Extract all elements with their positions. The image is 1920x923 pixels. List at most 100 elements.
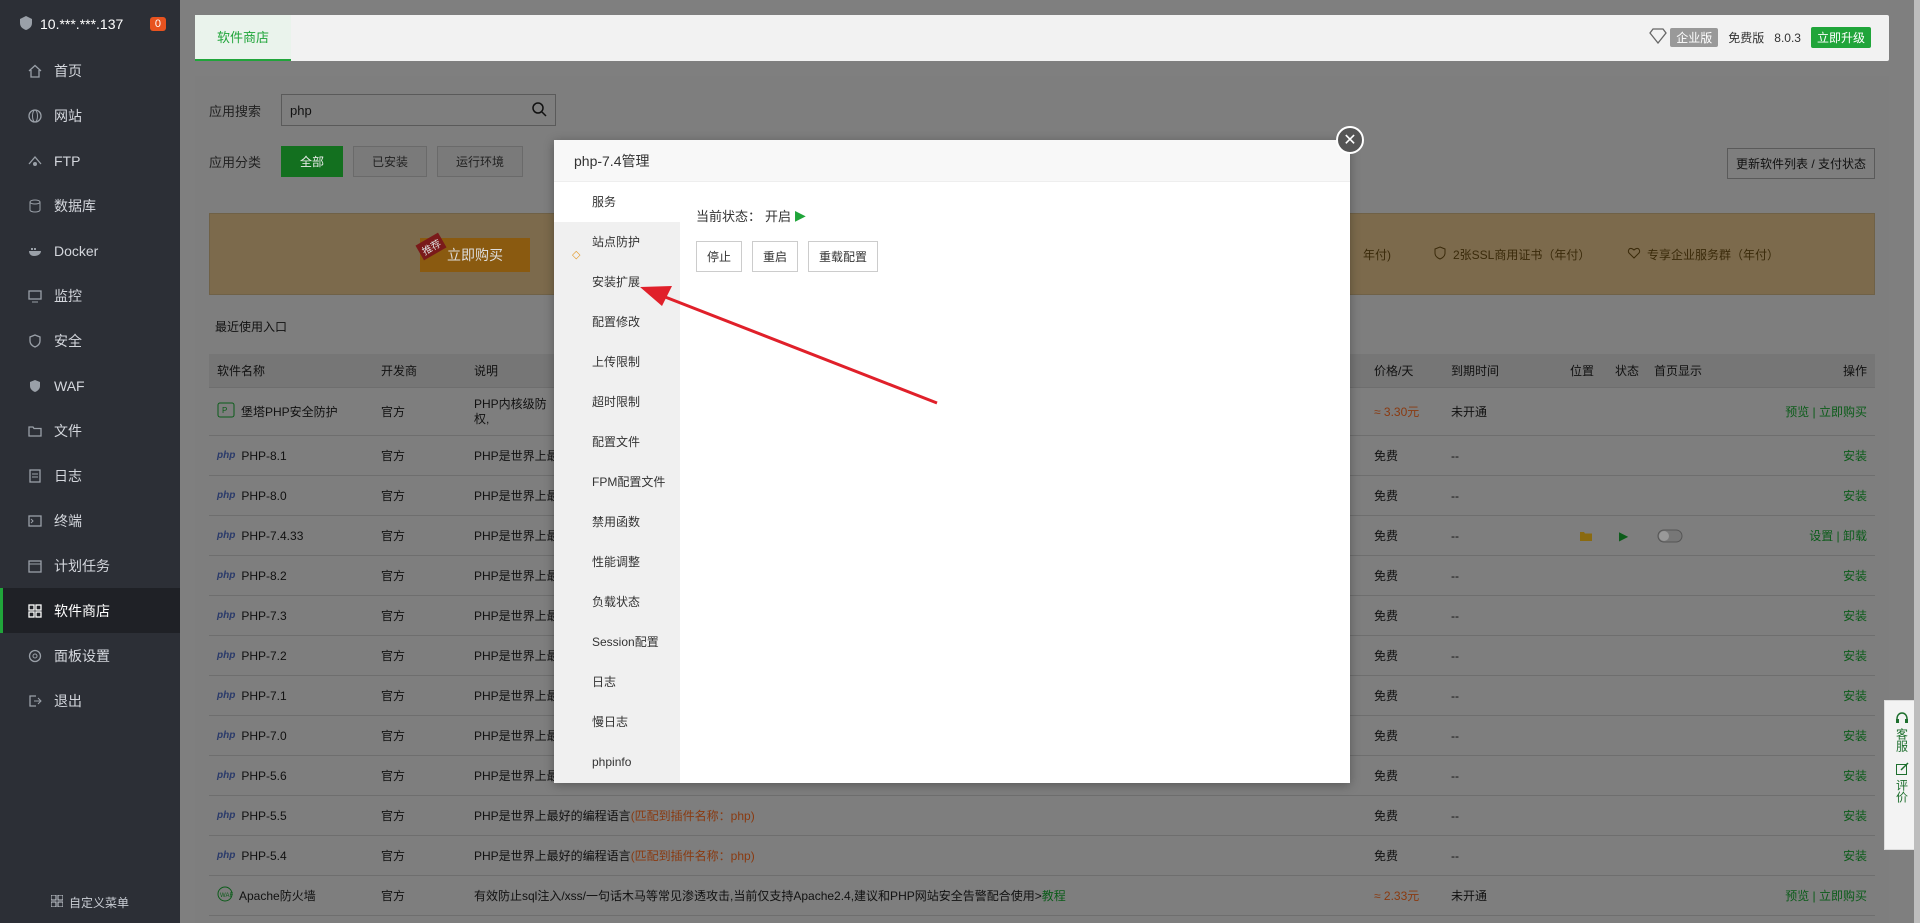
dialog-nav-item[interactable]: 负载状态	[554, 582, 680, 622]
dialog-nav-item[interactable]: 上传限制	[554, 342, 680, 382]
row-action[interactable]: 预览 | 立即购买	[1785, 403, 1867, 420]
sidebar-item-label: WAF	[54, 377, 85, 394]
php-logo-icon: php	[217, 810, 236, 821]
search-input[interactable]: php	[281, 94, 557, 126]
open-folder-icon[interactable]	[1579, 530, 1593, 542]
sidebar-item-label: 日志	[54, 467, 82, 484]
sidebar-item-8[interactable]: 文件	[0, 408, 180, 453]
row-action[interactable]: 安装	[1843, 447, 1867, 464]
rate-button[interactable]: 评价	[1894, 762, 1911, 803]
software-name: php PHP-8.0	[217, 488, 287, 503]
recommend-tag: 推荐	[415, 232, 447, 261]
dialog-nav-item[interactable]: 慢日志	[554, 702, 680, 742]
buy-now-label: 立即购买	[447, 247, 503, 263]
row-action[interactable]: 安装	[1843, 567, 1867, 584]
category-runtime[interactable]: 运行环境	[437, 146, 524, 177]
tutorial-link[interactable]: 教程	[1042, 887, 1066, 904]
sidebar-item-14[interactable]: 退出	[0, 678, 180, 723]
dialog-nav-item[interactable]: 配置修改	[554, 302, 680, 342]
sidebar-item-6[interactable]: 安全	[0, 318, 180, 363]
grid-icon	[26, 602, 44, 620]
sidebar-item-12[interactable]: 软件商店	[0, 588, 180, 633]
gear-icon	[26, 647, 44, 665]
sidebar-item-11[interactable]: 计划任务	[0, 543, 180, 588]
monitor-icon	[26, 287, 44, 305]
row-action[interactable]: 安装	[1843, 807, 1867, 824]
developer: 官方	[381, 449, 406, 463]
server-ip: 10.***.***.137	[40, 16, 124, 32]
headset-icon	[1895, 711, 1909, 728]
perk-1: 年付)	[1363, 248, 1391, 262]
software-name: php PHP-7.0	[217, 728, 287, 743]
page-scrollbar[interactable]	[1914, 0, 1920, 923]
dialog-nav-item[interactable]: 性能调整	[554, 542, 680, 582]
reload-config-button[interactable]: 重载配置	[808, 241, 879, 272]
description: PHP是世界上最	[474, 569, 559, 583]
search-icon[interactable]	[531, 101, 547, 120]
stop-button[interactable]: 停止	[696, 241, 743, 272]
developer: 官方	[381, 729, 406, 743]
dialog-nav-item[interactable]: 配置文件	[554, 422, 680, 462]
row-action[interactable]: 安装	[1843, 767, 1867, 784]
category-installed[interactable]: 已安装	[353, 146, 428, 177]
row-action[interactable]: 安装	[1843, 647, 1867, 664]
price: 免费	[1374, 609, 1399, 623]
restart-button[interactable]: 重启	[752, 241, 799, 272]
row-action[interactable]: 设置 | 卸载	[1809, 527, 1867, 544]
enterprise-badge[interactable]: 企业版	[1649, 28, 1719, 47]
sidebar-item-10[interactable]: 终端	[0, 498, 180, 543]
sidebar-item-4[interactable]: Docker	[0, 228, 180, 273]
sidebar-item-7[interactable]: WAF	[0, 363, 180, 408]
sidebar-item-3[interactable]: 数据库	[0, 183, 180, 228]
dialog-nav-item[interactable]: 超时限制	[554, 382, 680, 422]
price: 免费	[1374, 809, 1399, 823]
search-value: php	[290, 102, 312, 118]
sidebar-item-13[interactable]: 面板设置	[0, 633, 180, 678]
row-action[interactable]: 安装	[1843, 607, 1867, 624]
row-action[interactable]: 安装	[1843, 687, 1867, 704]
close-icon[interactable]: ✕	[1336, 126, 1364, 154]
sidebar-item-0[interactable]: 首页	[0, 48, 180, 93]
description: PHP是世界上最	[474, 729, 559, 743]
software-name: php PHP-7.2	[217, 648, 287, 663]
dialog-nav-item[interactable]: Session配置	[554, 622, 680, 662]
developer: 官方	[381, 849, 406, 863]
dialog-nav-item[interactable]: 服务	[554, 182, 680, 222]
globe-icon	[26, 107, 44, 125]
row-action[interactable]: 预览 | 立即购买	[1785, 887, 1867, 904]
sidebar-item-1[interactable]: 网站	[0, 93, 180, 138]
sidebar-item-label: 安全	[54, 332, 82, 349]
home-display-toggle[interactable]	[1657, 529, 1683, 543]
header-op: 操作	[1842, 364, 1867, 378]
row-action[interactable]: 安装	[1843, 847, 1867, 864]
dialog-nav-item[interactable]: 禁用函数	[554, 502, 680, 542]
upgrade-button[interactable]: 立即升级	[1810, 27, 1871, 48]
row-action[interactable]: 安装	[1843, 727, 1867, 744]
sidebar-item-5[interactable]: 监控	[0, 273, 180, 318]
sidebar-item-2[interactable]: FTP	[0, 138, 180, 183]
buy-now-button[interactable]: 推荐 立即购买	[415, 232, 530, 272]
dialog-nav-item[interactable]: phpinfo	[554, 742, 680, 782]
row-action[interactable]: 安装	[1843, 487, 1867, 504]
software-name: php PHP-5.5	[217, 808, 287, 823]
dialog-nav-item[interactable]: ◇ 站点防护	[554, 222, 680, 262]
heart-icon	[1627, 246, 1641, 263]
header-desc: 说明	[474, 364, 499, 378]
sidebar-item-label: 计划任务	[54, 557, 110, 574]
sidebar: 10.***.***.137 0 首页 网站 FTP 数据库 Docker 监控安全 WAF…	[0, 0, 180, 923]
customer-service-button[interactable]: 客服	[1894, 711, 1911, 752]
expire-time: 未开通	[1451, 405, 1488, 419]
dialog-nav-item[interactable]: 安装扩展	[554, 262, 680, 302]
tab-software-store[interactable]: 软件商店	[195, 15, 292, 61]
software-name: php PHP-7.3	[217, 608, 287, 623]
php-logo-icon: php	[217, 690, 236, 701]
category-all[interactable]: 全部	[281, 146, 344, 177]
custom-menu-button[interactable]: 自定义菜单	[0, 894, 180, 911]
update-list-button[interactable]: 更新软件列表 / 支付状态	[1726, 148, 1875, 179]
notification-badge[interactable]: 0	[149, 17, 166, 31]
dialog-nav-item[interactable]: FPM配置文件	[554, 462, 680, 502]
edit-icon	[1895, 762, 1909, 779]
software-name: P 堡塔PHP安全防护	[217, 402, 338, 421]
sidebar-item-9[interactable]: 日志	[0, 453, 180, 498]
dialog-nav-item[interactable]: 日志	[554, 662, 680, 702]
